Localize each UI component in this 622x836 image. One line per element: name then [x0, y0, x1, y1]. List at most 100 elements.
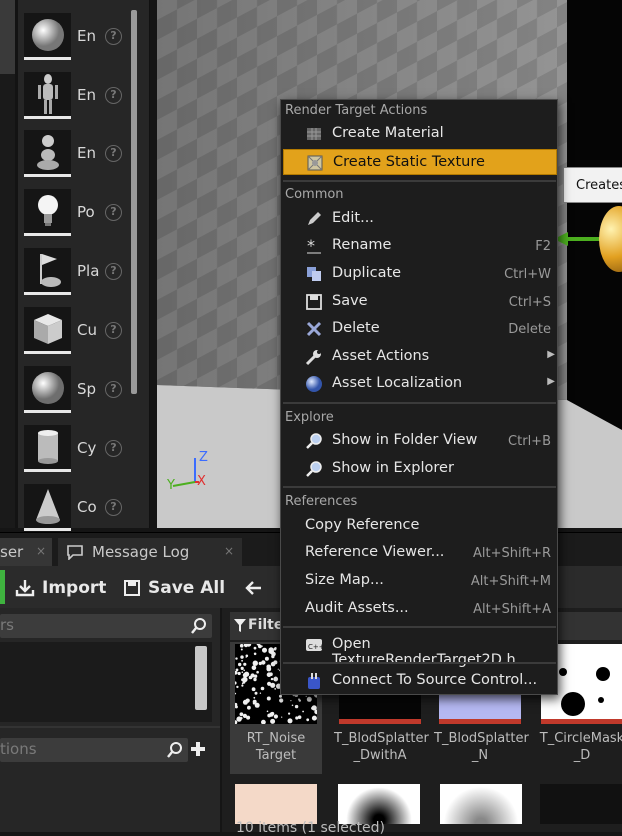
place-item[interactable]: Cu ? [24, 307, 134, 357]
menu-item-label: Delete [332, 320, 380, 336]
help-icon[interactable]: ? [105, 145, 122, 162]
size-map-item[interactable]: Size Map... Alt+Shift+M [283, 568, 557, 594]
asset-context-menu: Render Target Actions Create Material Cr… [280, 99, 558, 695]
category-column [0, 0, 15, 528]
menu-item-label: Create Static Texture [333, 154, 485, 170]
edit-icon [308, 212, 321, 225]
help-icon[interactable]: ? [105, 440, 122, 457]
edit-item[interactable]: Edit... [283, 206, 557, 232]
asset-count-status: 10 items (1 selected) [236, 820, 386, 836]
menu-item-label: Show in Folder View [332, 432, 478, 448]
noise-speck [261, 719, 266, 724]
noise-speck [273, 714, 278, 719]
asset-thumbnail[interactable] [440, 784, 522, 824]
scrollbar[interactable] [131, 10, 137, 394]
save-item[interactable]: Save Ctrl+S [283, 289, 557, 315]
rename-item[interactable]: * Rename F2 [283, 233, 557, 259]
create-static-texture-item[interactable]: Create Static Texture [283, 149, 557, 175]
import-icon [15, 580, 35, 597]
asset-localization-item[interactable]: Asset Localization ▶ [283, 371, 557, 397]
collections-search-input[interactable]: tions [0, 738, 188, 762]
tab-message-log[interactable]: Message Log × [58, 538, 242, 567]
import-label: Import [42, 578, 107, 598]
audit-assets-item[interactable]: Audit Assets... Alt+Shift+A [283, 596, 557, 622]
place-item-label: Cu [77, 321, 97, 339]
place-item[interactable]: Po ? [24, 189, 134, 239]
sphere-icon [24, 366, 71, 413]
folder-tree[interactable] [0, 642, 212, 722]
player-start-icon [24, 248, 71, 295]
asset-thumbnail[interactable] [338, 784, 420, 824]
noise-speck [235, 657, 238, 660]
menu-item-label: Connect To Source Control... [332, 672, 538, 688]
noise-speck [270, 682, 276, 688]
delete-item[interactable]: Delete Delete [283, 316, 557, 342]
tooltip: Creates [563, 167, 622, 203]
import-button[interactable]: Import [14, 570, 112, 606]
help-icon[interactable]: ? [105, 263, 122, 280]
show-in-folder-view-item[interactable]: Show in Folder View Ctrl+B [283, 428, 557, 454]
place-item[interactable]: Sp ? [24, 366, 134, 416]
tab-content-browser[interactable]: ser × [0, 538, 52, 567]
menu-item-label: Audit Assets... [305, 600, 409, 616]
asset-thumbnail[interactable] [540, 784, 622, 824]
duplicate-item[interactable]: Duplicate Ctrl+W [283, 261, 557, 287]
place-item[interactable]: En ? [24, 13, 134, 63]
help-icon[interactable]: ? [105, 87, 122, 104]
category-selected[interactable] [0, 0, 15, 74]
place-item[interactable]: En ? [24, 130, 134, 180]
help-icon[interactable]: ? [105, 381, 122, 398]
scrollbar[interactable] [195, 646, 207, 710]
asset-name: T_CircleMask _D [539, 731, 622, 763]
help-icon[interactable]: ? [105, 204, 122, 221]
noise-speck [241, 678, 244, 682]
noise-speck [238, 662, 242, 667]
close-icon[interactable]: × [224, 544, 234, 558]
noise-speck [235, 692, 237, 695]
help-icon[interactable]: ? [105, 499, 122, 516]
noise-speck [290, 700, 292, 702]
show-in-explorer-item[interactable]: Show in Explorer [283, 456, 557, 482]
copy-reference-item[interactable]: Copy Reference [283, 513, 557, 539]
open-source-file-item[interactable]: C++ Open TextureRenderTarget2D.h [283, 632, 557, 668]
menu-item-label: Copy Reference [305, 517, 420, 533]
help-icon[interactable]: ? [105, 322, 122, 339]
section-references: References [285, 494, 358, 509]
place-item[interactable]: Co ? [24, 484, 134, 534]
svg-text:*: * [307, 237, 315, 255]
source-control-icon [308, 673, 320, 689]
save-all-button[interactable]: Save All [122, 570, 232, 606]
place-item-label: En [77, 86, 96, 104]
help-icon[interactable]: ? [105, 28, 122, 45]
place-item[interactable]: Cy ? [24, 425, 134, 475]
divider [0, 726, 220, 728]
noise-speck [260, 686, 265, 691]
connect-source-control-item[interactable]: Connect To Source Control... [283, 668, 557, 694]
asset-type-bar [541, 719, 622, 724]
menu-separator [283, 180, 556, 182]
place-item[interactable]: En ? [24, 72, 134, 122]
menu-item-label: Edit... [332, 210, 374, 226]
asset-thumbnail[interactable] [235, 784, 317, 824]
back-button[interactable] [244, 570, 270, 606]
noise-speck [253, 646, 257, 650]
noise-speck [274, 677, 278, 682]
create-material-item[interactable]: Create Material [283, 121, 557, 147]
reference-viewer-item[interactable]: Reference Viewer... Alt+Shift+R [283, 540, 557, 566]
noise-speck [298, 698, 300, 701]
noise-speck [288, 712, 291, 715]
add-collection-icon[interactable] [190, 741, 206, 757]
noise-speck [240, 717, 243, 720]
asset-actions-item[interactable]: Asset Actions ▶ [283, 344, 557, 370]
place-item-label: En [77, 144, 96, 162]
path-search-input[interactable]: rs [0, 614, 212, 638]
filters-button[interactable]: Filte [248, 617, 283, 633]
noise-speck [243, 662, 247, 666]
menu-item-label: Create Material [332, 125, 444, 141]
noise-speck [297, 715, 302, 719]
place-item[interactable]: Pla ? [24, 248, 134, 298]
add-new-button[interactable] [0, 570, 5, 604]
noise-speck [254, 691, 258, 695]
close-icon[interactable]: × [36, 544, 46, 558]
noise-speck [270, 718, 276, 724]
